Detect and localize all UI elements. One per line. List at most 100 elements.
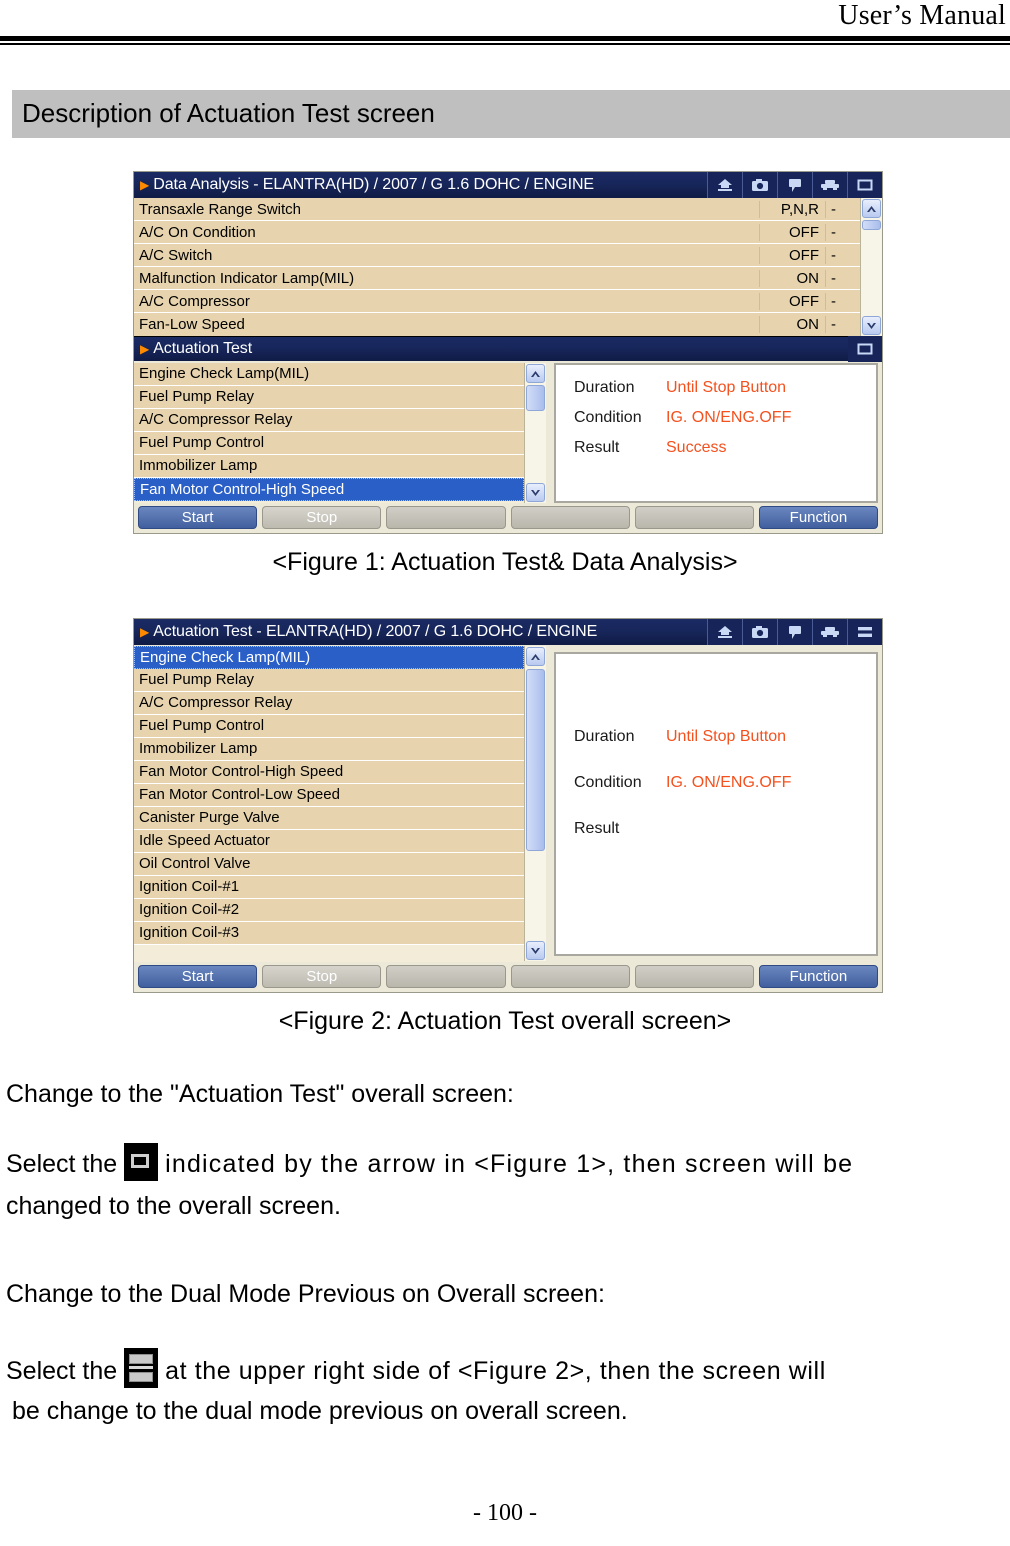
paragraph-2-heading: Change to the Dual Mode Previous on Over…: [6, 1280, 605, 1308]
dual-mode-icon[interactable]: [847, 619, 882, 645]
actuation-test-list[interactable]: Engine Check Lamp(MIL) Fuel Pump Relay A…: [134, 646, 524, 962]
window-mode-icon: [124, 1143, 159, 1181]
table-row[interactable]: A/C Switch OFF -: [134, 244, 860, 267]
scrollbar-thumb[interactable]: [862, 220, 881, 230]
parameter-name: Malfunction Indicator Lamp(MIL): [134, 269, 760, 287]
list-item[interactable]: Fuel Pump Control: [134, 432, 524, 455]
figure1-actuation-list-wrap: Engine Check Lamp(MIL) Fuel Pump Relay A…: [134, 363, 546, 503]
duration-label: Duration: [574, 379, 635, 396]
list-item[interactable]: Oil Control Valve: [134, 853, 524, 876]
function-button[interactable]: Function: [758, 965, 879, 988]
manual-title: User’s Manual: [838, 0, 1006, 31]
figure1-actuation-area: Engine Check Lamp(MIL) Fuel Pump Relay A…: [134, 361, 882, 503]
list-item[interactable]: Canister Purge Valve: [134, 807, 524, 830]
start-button[interactable]: Start: [138, 506, 258, 529]
window-mode-icon[interactable]: [848, 336, 882, 362]
home-icon[interactable]: [707, 172, 742, 198]
parameter-name: A/C On Condition: [134, 223, 760, 241]
scroll-down-icon[interactable]: [526, 483, 545, 502]
stop-button[interactable]: Stop: [262, 506, 382, 529]
flag-icon[interactable]: [777, 619, 812, 645]
list-item[interactable]: Ignition Coil-#2: [134, 899, 524, 922]
scroll-up-icon[interactable]: [862, 199, 881, 218]
list-item[interactable]: Fuel Pump Relay: [134, 669, 524, 692]
camera-icon[interactable]: [742, 619, 777, 645]
vehicle-icon[interactable]: [812, 172, 847, 198]
list-item[interactable]: Ignition Coil-#3: [134, 922, 524, 945]
parameter-unit: -: [831, 246, 836, 264]
list-item-selected[interactable]: Engine Check Lamp(MIL): [134, 646, 524, 669]
scroll-up-icon[interactable]: [526, 364, 545, 383]
paragraph-2-line-1: Select the at the upper right side of <F…: [6, 1348, 1006, 1388]
table-row[interactable]: Transaxle Range Switch P,N,R -: [134, 198, 860, 221]
figure1-actuation-subtitle: Actuation Test: [153, 340, 253, 357]
camera-icon[interactable]: [742, 172, 777, 198]
empty-button-5[interactable]: [634, 965, 754, 988]
duration-row: Duration Until Stop Button: [574, 728, 876, 746]
parameter-unit: -: [831, 200, 836, 218]
data-analysis-scrollbar[interactable]: [860, 198, 882, 336]
window-mode-icon[interactable]: [847, 172, 882, 198]
empty-button-4[interactable]: [510, 965, 630, 988]
stop-button[interactable]: Stop: [262, 965, 382, 988]
parameter-value: P,N,R: [760, 200, 826, 218]
table-row[interactable]: Malfunction Indicator Lamp(MIL) ON -: [134, 267, 860, 290]
figure1-actuation-subtitlebar: ▶ Actuation Test: [134, 336, 882, 362]
scroll-down-icon[interactable]: [526, 941, 545, 960]
figure1-titlebar-title: Data Analysis - ELANTRA(HD) / 2007 / G 1…: [153, 176, 594, 193]
home-icon[interactable]: [707, 619, 742, 645]
vehicle-icon[interactable]: [812, 619, 847, 645]
table-row[interactable]: A/C On Condition OFF -: [134, 221, 860, 244]
list-item[interactable]: Fuel Pump Relay: [134, 386, 524, 409]
dual-mode-bar-middle: [129, 1366, 154, 1369]
result-row: Result Success: [574, 439, 876, 457]
list-item[interactable]: Fuel Pump Control: [134, 715, 524, 738]
parameter-name: Fan-Low Speed: [134, 316, 760, 333]
list-item[interactable]: Fan Motor Control-High Speed: [134, 761, 524, 784]
parameter-unit: -: [831, 269, 836, 287]
empty-button-3[interactable]: [386, 965, 506, 988]
list-item[interactable]: Idle Speed Actuator: [134, 830, 524, 853]
table-row[interactable]: Fan-Low Speed ON -: [134, 313, 860, 336]
page-footer: - 100 -: [0, 1500, 1010, 1527]
empty-button-3[interactable]: [386, 506, 506, 529]
figure-1: ▶ Data Analysis - ELANTRA(HD) / 2007 / G…: [133, 171, 883, 534]
actuation-list-scrollbar[interactable]: [524, 363, 546, 503]
list-item[interactable]: Fan Motor Control-Low Speed: [134, 784, 524, 807]
actuation-test-list[interactable]: Engine Check Lamp(MIL) Fuel Pump Relay A…: [134, 363, 524, 503]
empty-button-5[interactable]: [634, 506, 754, 529]
header-rule-thin: [0, 43, 1010, 45]
parameter-name: Transaxle Range Switch: [134, 200, 760, 218]
scrollbar-thumb[interactable]: [526, 385, 545, 411]
expand-arrow-icon: ▶: [140, 178, 150, 192]
figure1-titlebar-icons: [707, 172, 882, 198]
actuation-list-scrollbar[interactable]: [524, 646, 546, 961]
scroll-up-icon[interactable]: [526, 647, 545, 666]
duration-label: Duration: [574, 728, 635, 745]
scroll-down-icon[interactable]: [862, 316, 881, 335]
condition-label: Condition: [574, 409, 642, 426]
list-item[interactable]: Immobilizer Lamp: [134, 738, 524, 761]
parameter-unit: -: [831, 223, 836, 241]
figure1-subtitlebar-icons: [848, 336, 882, 362]
figure-2-device-screenshot: ▶ Actuation Test - ELANTRA(HD) / 2007 / …: [133, 618, 883, 993]
result-label: Result: [574, 820, 620, 837]
figure-1-device-screenshot: ▶ Data Analysis - ELANTRA(HD) / 2007 / G…: [133, 171, 883, 534]
function-button[interactable]: Function: [758, 506, 879, 529]
dual-mode-bar-bottom: [129, 1372, 154, 1382]
empty-button-4[interactable]: [510, 506, 630, 529]
list-item[interactable]: Engine Check Lamp(MIL): [134, 363, 524, 386]
figure1-button-bar: Start Stop Function: [134, 503, 882, 533]
list-item[interactable]: Ignition Coil-#1: [134, 876, 524, 899]
list-item[interactable]: A/C Compressor Relay: [134, 692, 524, 715]
scrollbar-thumb[interactable]: [526, 669, 545, 851]
table-row[interactable]: A/C Compressor OFF -: [134, 290, 860, 313]
parameter-unit: -: [831, 316, 836, 333]
duration-value: Until Stop Button: [666, 728, 787, 745]
figure2-titlebar-icons: [707, 619, 882, 645]
start-button[interactable]: Start: [138, 965, 258, 988]
list-item-selected[interactable]: Fan Motor Control-High Speed: [134, 478, 524, 501]
list-item[interactable]: A/C Compressor Relay: [134, 409, 524, 432]
flag-icon[interactable]: [777, 172, 812, 198]
list-item[interactable]: Immobilizer Lamp: [134, 455, 524, 478]
